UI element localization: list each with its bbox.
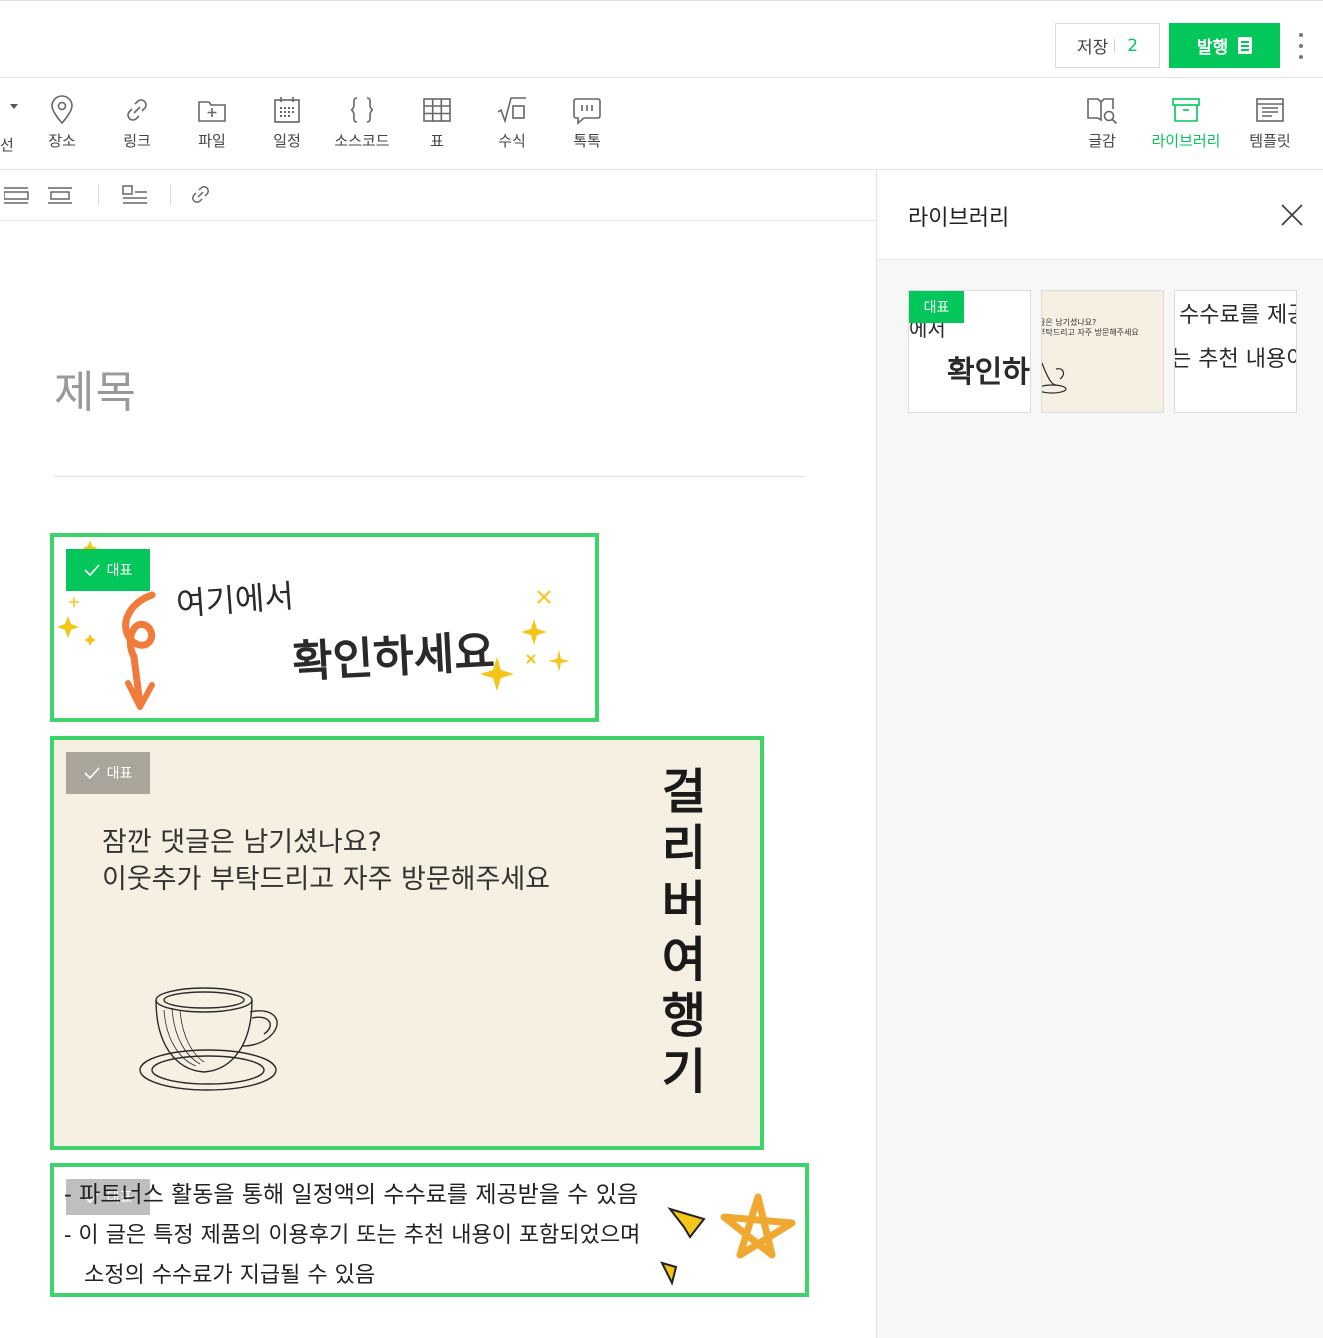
image-handwriting-line: 여기에서 [174, 576, 296, 624]
toolbar-item-schedule[interactable]: 일정 [252, 94, 322, 151]
toolbar-item-table[interactable]: 표 [402, 94, 472, 151]
toolbar-label: 링크 [123, 132, 151, 150]
toolbar-label: 템플릿 [1249, 132, 1291, 150]
link-icon[interactable] [188, 183, 214, 207]
toolbar-label: 톡톡 [573, 132, 601, 150]
vertical-title: 걸 리 버 여 행 기 [661, 764, 707, 1100]
representative-badge[interactable]: 대표 [66, 752, 150, 794]
table-icon [423, 98, 451, 122]
toolbar-label: 수식 [498, 132, 526, 150]
chevron-down-icon[interactable] [10, 104, 18, 109]
representative-badge[interactable]: 대표 [66, 549, 150, 591]
disclosure-line: - 파트너스 활동을 통해 일정액의 수수료를 제공받을 수 있음 [64, 1182, 639, 1208]
disclosure-line: 소정의 수수료가 지급될 수 있음 [84, 1263, 376, 1288]
toolbar-item-partial[interactable]: 선 [0, 134, 14, 155]
library-panel: 라이브러리 에서 확인하 대표 글은 남기셨나요? 부탁드리고 자주 방문해주세… [876, 170, 1323, 1338]
chat-bubble-icon [573, 98, 601, 125]
representative-badge: 대표 [909, 291, 964, 323]
library-thumb-3[interactable]: 수수료를 제공 는 추천 내용이 [1174, 290, 1297, 413]
save-separator [1114, 38, 1116, 53]
map-pin-icon [51, 95, 73, 125]
toolbar-item-library[interactable]: 라이브러리 [1151, 94, 1221, 151]
toolbar-label: 소스코드 [334, 132, 390, 150]
image-text-wrap-icon[interactable] [122, 183, 148, 207]
editor-canvas: 제목 대표 여기에서 확인하세요 대표 잠깐 댓글은 남기셨나요? 이웃추가 부… [0, 221, 876, 1338]
title-input[interactable]: 제목 [54, 356, 137, 420]
format-divider [98, 184, 99, 206]
save-button[interactable]: 저장 2 [1055, 23, 1160, 68]
folder-plus-icon [198, 101, 226, 122]
align-content-width-icon[interactable] [48, 183, 74, 207]
library-thumb-1[interactable]: 에서 확인하 대표 [908, 290, 1031, 413]
toolbar-item-talktalk[interactable]: 톡톡 [552, 94, 622, 151]
top-header: 저장 2 발행 [0, 0, 1323, 78]
archive-box-icon [1172, 98, 1200, 122]
panel-header: 라이브러리 [877, 170, 1323, 260]
coffee-cup-illustration [139, 987, 278, 1091]
image-block-2[interactable]: 대표 잠깐 댓글은 남기셨나요? 이웃추가 부탁드리고 자주 방문해주세요 걸 … [50, 736, 764, 1150]
save-count: 2 [1127, 35, 1139, 56]
toolbar-label: 글감 [1088, 132, 1116, 150]
publish-button[interactable]: 발행 [1169, 23, 1280, 68]
library-thumb-2[interactable]: 글은 남기셨나요? 부탁드리고 자주 방문해주세요 [1041, 290, 1164, 413]
panel-title: 라이브러리 [908, 206, 1010, 231]
insert-toolbar: 선 장소 링크 파일 일정 소스코드 표 수식 톡톡 글감 라이브러리 템플릿 [0, 78, 1323, 170]
toolbar-item-file[interactable]: 파일 [177, 94, 247, 151]
toolbar-item-source-code[interactable]: 소스코드 [327, 94, 397, 151]
image-format-bar [0, 170, 876, 221]
close-icon[interactable] [1279, 202, 1305, 228]
star-doodles [660, 1193, 796, 1286]
toolbar-item-link[interactable]: 링크 [102, 94, 172, 151]
save-label: 저장 [1076, 38, 1109, 58]
align-full-width-icon[interactable] [4, 183, 30, 207]
check-icon [84, 767, 100, 779]
image-block-3[interactable]: 대표 - 파트너스 활동을 통해 일정액의 수수료를 제공받을 수 있음 - 이… [50, 1163, 809, 1297]
format-divider [170, 184, 171, 206]
title-divider [54, 476, 804, 477]
more-options-icon[interactable] [1296, 33, 1306, 59]
toolbar-label: 장소 [48, 132, 76, 150]
calendar-icon [274, 97, 300, 123]
image-block-1[interactable]: 대표 여기에서 확인하세요 [50, 533, 599, 722]
publish-label: 발행 [1196, 38, 1229, 58]
disclosure-line: - 이 글은 특정 제품의 이용후기 또는 추천 내용이 포함되었으며 [64, 1223, 641, 1248]
coffee-cup-illustration [1042, 362, 1067, 394]
image-handwriting-line: 확인하세요 [291, 626, 496, 689]
square-root-icon [497, 97, 526, 124]
template-icon [1256, 98, 1284, 122]
toolbar-label: 라이브러리 [1151, 132, 1221, 150]
link-icon [127, 99, 147, 121]
toolbar-item-formula[interactable]: 수식 [477, 94, 547, 151]
braces-icon [350, 97, 374, 123]
image-caption: 잠깐 댓글은 남기셨나요? 이웃추가 부탁드리고 자주 방문해주세요 [102, 827, 551, 895]
toolbar-item-place[interactable]: 장소 [27, 94, 97, 151]
toolbar-label: 파일 [198, 132, 226, 150]
book-search-icon [1087, 98, 1118, 125]
check-icon [84, 564, 100, 576]
toolbar-label: 일정 [273, 132, 301, 150]
toolbar-item-material[interactable]: 글감 [1067, 94, 1137, 151]
document-icon [1238, 37, 1253, 54]
toolbar-label: 표 [430, 132, 444, 150]
toolbar-item-template[interactable]: 템플릿 [1235, 94, 1305, 151]
